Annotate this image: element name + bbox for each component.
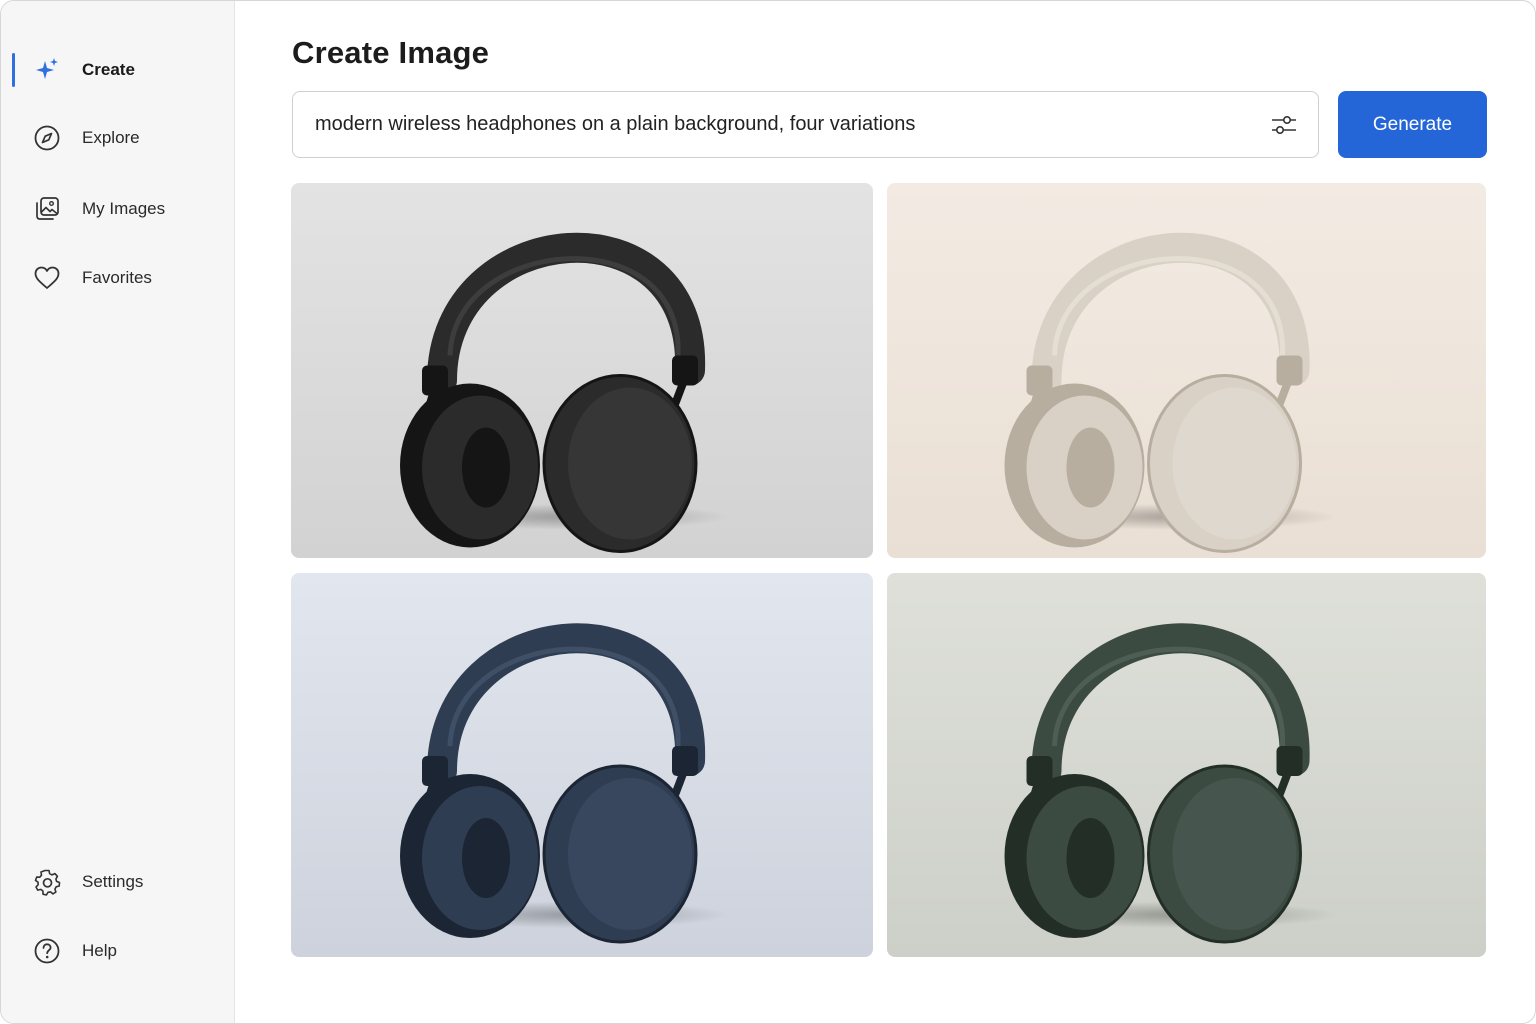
result-image-beige[interactable] (887, 183, 1486, 558)
sidebar-item-help[interactable]: Help (1, 927, 234, 975)
sidebar-item-my-images[interactable]: My Images (1, 185, 234, 233)
heart-icon (33, 264, 61, 292)
generate-button[interactable]: Generate (1338, 91, 1487, 158)
sidebar-item-label: My Images (82, 199, 166, 218)
ear-cup-plate (1172, 387, 1297, 540)
prompt-box (292, 91, 1319, 158)
sidebar-item-create[interactable]: Create (1, 46, 234, 94)
sidebar-item-explore[interactable]: Explore (1, 114, 234, 162)
headphones-image (887, 573, 1486, 957)
sidebar-item-label: Help (82, 941, 117, 960)
sidebar-item-label: Create (82, 60, 135, 79)
compass-icon (33, 124, 61, 152)
ear-cup-plate (568, 387, 692, 540)
ear-opening-left (462, 818, 510, 899)
sidebar-item-label: Settings (82, 872, 144, 891)
sidebar-item-settings[interactable]: Settings (1, 858, 234, 906)
result-image-green[interactable] (887, 573, 1486, 957)
result-image-black[interactable] (291, 183, 873, 558)
help-icon (33, 937, 61, 965)
headphones-image (291, 573, 873, 957)
ear-opening-left (1066, 818, 1115, 899)
ear-cup-plate (568, 778, 692, 931)
ear-opening-left (1066, 427, 1115, 508)
app-window: Create Explore My Images Favorites Setti… (0, 0, 1536, 1024)
gear-icon (33, 868, 61, 896)
sliders-icon[interactable] (1270, 111, 1298, 139)
prompt-input[interactable] (315, 92, 1255, 157)
sidebar-item-favorites[interactable]: Favorites (1, 254, 234, 302)
sidebar: Create Explore My Images Favorites Setti… (1, 1, 235, 1023)
page-title: Create Image (292, 35, 490, 70)
image-gallery-icon (33, 195, 61, 223)
headphones-image (291, 183, 873, 558)
sparkle-icon (33, 56, 61, 84)
result-image-navy[interactable] (291, 573, 873, 957)
ear-opening-left (462, 427, 510, 508)
sidebar-item-label: Explore (82, 128, 140, 147)
headphones-image (887, 183, 1486, 558)
ear-cup-plate (1172, 778, 1297, 931)
sidebar-item-label: Favorites (82, 268, 152, 287)
